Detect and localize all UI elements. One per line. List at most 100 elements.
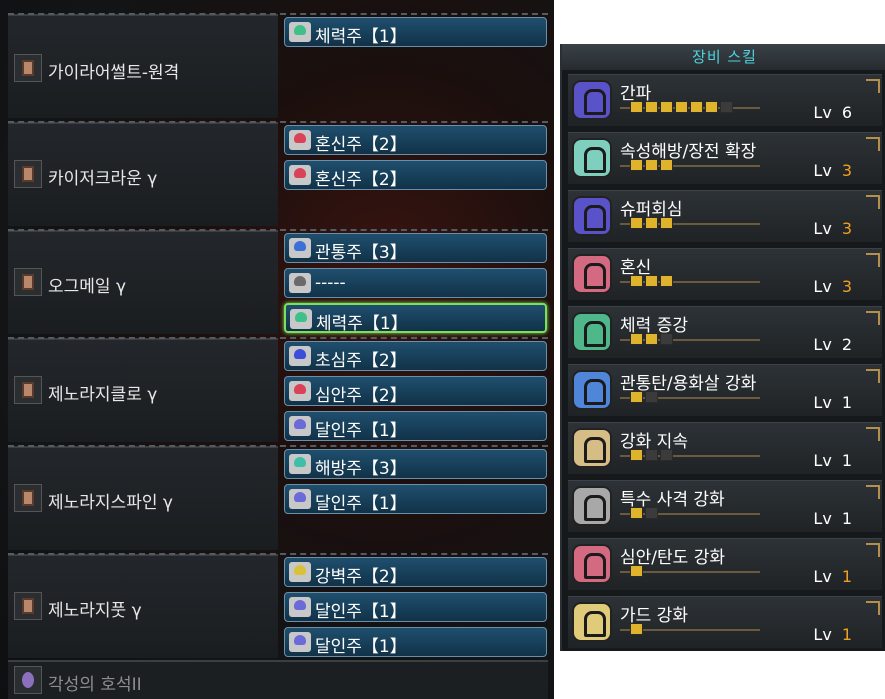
level-value: 1	[841, 393, 852, 412]
equipment-name: 카이저크라운 γ	[48, 169, 158, 189]
decoration-slot[interactable]: 강벽주【2】	[284, 557, 547, 587]
decoration-gem-icon	[289, 165, 311, 185]
level-label: Lv	[813, 335, 832, 354]
level-pip-filled	[630, 391, 643, 403]
level-value: 1	[841, 567, 852, 586]
skill-row[interactable]: 속성해방/장전 확장 Lv 3	[568, 132, 882, 184]
equipment-screen: 가이라어썰트-원격 카이저크라운 γ 오그메일 γ 제노라지클로 γ 제노라지스…	[0, 0, 885, 699]
decoration-slot-selected[interactable]: 체력주【1】	[284, 303, 547, 334]
skill-level: Lv 6	[813, 103, 852, 122]
decoration-slot[interactable]: 심안주【2】	[284, 376, 547, 406]
level-pip-filled	[630, 159, 643, 171]
decoration-label: 심안주【2】	[315, 386, 407, 406]
decoration-gem-icon	[289, 130, 311, 150]
skill-level-pips	[630, 333, 673, 345]
decoration-label: 체력주【1】	[316, 314, 408, 334]
skill-level: Lv 1	[813, 393, 852, 412]
skill-level: Lv 1	[813, 625, 852, 644]
decoration-slot-empty[interactable]: -----	[284, 268, 547, 298]
equipment-slot-head[interactable]: 카이저크라운 γ	[8, 121, 548, 226]
level-value: 1	[841, 509, 852, 528]
decoration-label: 달인주【1】	[315, 494, 407, 514]
equipment-slot-charm[interactable]: 각성의 호석II	[8, 660, 548, 699]
equipment-slot-chest[interactable]: 오그메일 γ	[8, 229, 548, 334]
equipment-slot-waist[interactable]: 제노라지스파인 γ	[8, 445, 548, 550]
decoration-slot[interactable]: 체력주【1】	[284, 17, 547, 47]
skill-row[interactable]: 체력 증강 Lv 2	[568, 306, 882, 358]
level-label: Lv	[813, 451, 832, 470]
skill-gem-icon	[572, 602, 612, 642]
corner-ornament-icon	[866, 485, 880, 499]
skills-panel-title: 장비 스킬	[562, 44, 885, 70]
decoration-gem-icon	[289, 381, 311, 401]
skill-row[interactable]: 슈퍼회심 Lv 3	[568, 190, 882, 242]
level-value: 3	[841, 161, 852, 180]
skill-level-pips	[630, 101, 733, 113]
corner-ornament-icon	[866, 253, 880, 267]
level-pip-empty	[645, 449, 658, 461]
equipment-slot-legs[interactable]: 제노라지풋 γ	[8, 553, 548, 658]
decoration-label: 달인주【1】	[315, 637, 407, 657]
skill-level-pips	[630, 623, 643, 635]
level-value: 2	[841, 335, 852, 354]
equipment-slot-arms[interactable]: 제노라지클로 γ	[8, 337, 548, 442]
equipment-slot-weapon[interactable]: 가이라어썰트-원격	[8, 13, 548, 118]
decoration-gem-icon	[289, 597, 311, 617]
level-value: 3	[841, 277, 852, 296]
skill-level: Lv 1	[813, 451, 852, 470]
decoration-label: 달인주【1】	[315, 602, 407, 622]
skill-gem-icon	[572, 428, 612, 468]
level-pip-empty	[645, 507, 658, 519]
corner-ornament-icon	[866, 311, 880, 325]
decoration-gem-icon	[289, 454, 311, 474]
skill-row[interactable]: 강화 지속 Lv 1	[568, 422, 882, 474]
decoration-gem-icon	[289, 346, 311, 366]
decoration-slot[interactable]: 초심주【2】	[284, 341, 547, 371]
charm-icon	[14, 666, 42, 694]
decoration-slot[interactable]: 달인주【1】	[284, 627, 547, 657]
skill-row[interactable]: 특수 사격 강화 Lv 1	[568, 480, 882, 532]
level-pip-empty	[660, 449, 673, 461]
decoration-slot[interactable]: 관통주【3】	[284, 233, 547, 263]
skill-level-pips	[630, 507, 658, 519]
greaves-icon	[14, 592, 42, 620]
level-pip-filled	[630, 333, 643, 345]
decoration-gem-icon	[289, 632, 311, 652]
decoration-slot[interactable]: 혼신주【2】	[284, 160, 547, 190]
skill-gem-icon	[572, 138, 612, 178]
skill-row[interactable]: 관통탄/용화살 강화 Lv 1	[568, 364, 882, 416]
level-pip-filled	[630, 623, 643, 635]
skill-gem-icon	[572, 544, 612, 584]
equipment-name: 각성의 호석II	[48, 675, 142, 695]
level-value: 1	[841, 625, 852, 644]
level-pip-filled	[630, 449, 643, 461]
skill-row[interactable]: 가드 강화 Lv 1	[568, 596, 882, 648]
skill-row[interactable]: 간파 Lv 6	[568, 74, 882, 126]
decoration-label: 체력주【1】	[315, 27, 407, 47]
skill-level: Lv 2	[813, 335, 852, 354]
waist-armor-icon	[14, 484, 42, 512]
skill-gem-icon	[572, 312, 612, 352]
level-label: Lv	[813, 277, 832, 296]
level-label: Lv	[813, 509, 832, 528]
level-pip-filled	[660, 275, 673, 287]
level-label: Lv	[813, 625, 832, 644]
level-pip-filled	[675, 101, 688, 113]
decoration-label: 혼신주【2】	[315, 170, 407, 190]
level-value: 1	[841, 451, 852, 470]
decoration-slot[interactable]: 혼신주【2】	[284, 125, 547, 155]
decoration-slot[interactable]: 해방주【3】	[284, 449, 547, 479]
decoration-slot[interactable]: 달인주【1】	[284, 484, 547, 514]
corner-ornament-icon	[866, 427, 880, 441]
level-pip-filled	[645, 159, 658, 171]
skill-row[interactable]: 심안/탄도 강화 Lv 1	[568, 538, 882, 590]
decoration-slot[interactable]: 달인주【1】	[284, 411, 547, 441]
corner-ornament-icon	[866, 601, 880, 615]
skill-row[interactable]: 혼신 Lv 3	[568, 248, 882, 300]
equipment-name: 제노라지풋 γ	[48, 601, 142, 621]
level-value: 3	[841, 219, 852, 238]
corner-ornament-icon	[866, 543, 880, 557]
decoration-slot[interactable]: 달인주【1】	[284, 592, 547, 622]
level-pip-filled	[645, 333, 658, 345]
level-pip-empty	[645, 391, 658, 403]
